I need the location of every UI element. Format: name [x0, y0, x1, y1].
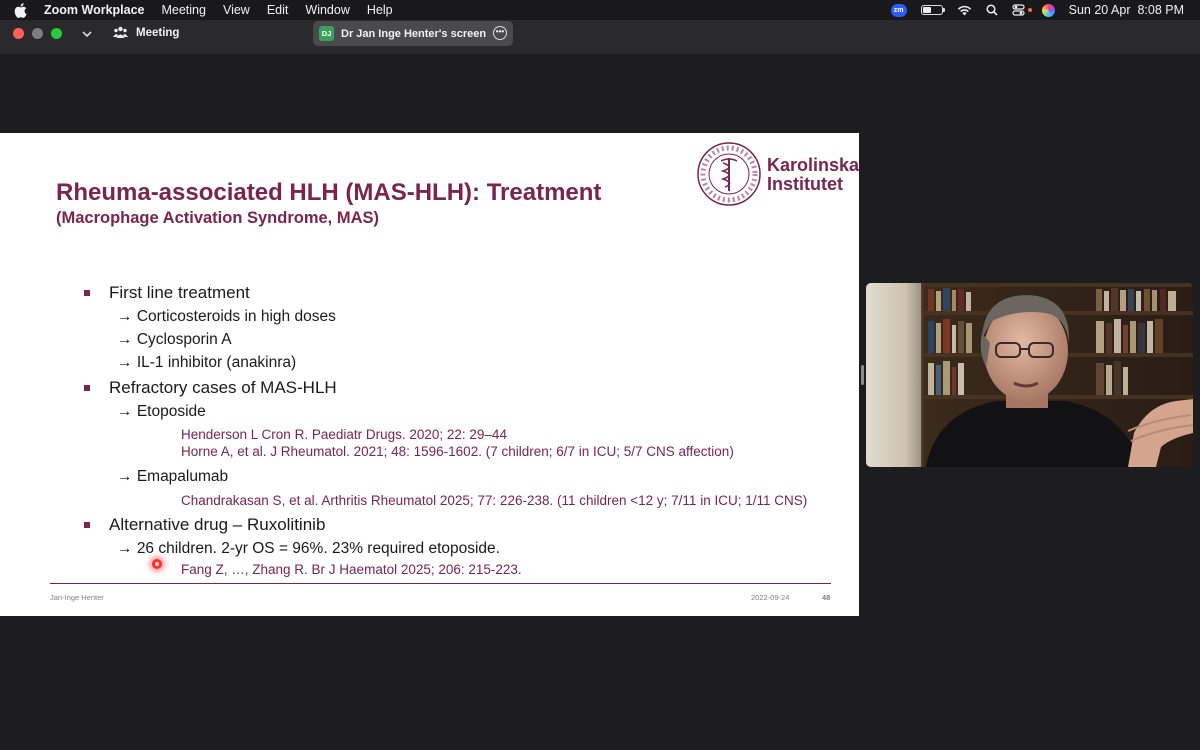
laser-pointer	[152, 559, 162, 569]
list-item: First line treatment	[84, 283, 250, 303]
siri-icon[interactable]	[1041, 3, 1055, 17]
list-item: → Emapalumab	[117, 468, 229, 485]
menu-view[interactable]: View	[223, 3, 250, 17]
menu-meeting[interactable]: Meeting	[161, 3, 205, 17]
split-resize-handle[interactable]	[861, 365, 864, 385]
meeting-people-icon	[113, 26, 128, 38]
apple-icon[interactable]	[14, 0, 30, 20]
footer-page-number: 48	[822, 593, 831, 602]
meeting-label: Meeting	[136, 26, 180, 39]
footer-author: Jan-Inge Henter	[50, 593, 104, 602]
search-icon[interactable]	[986, 4, 998, 16]
meeting-indicator[interactable]: Meeting	[113, 26, 179, 39]
window-controls	[13, 28, 62, 39]
list-item: Alternative drug – Ruxolitinib	[84, 515, 325, 535]
video-frame	[866, 283, 1193, 467]
reference: Fang Z, …, Zhang R. Br J Haematol 2025; …	[181, 562, 522, 577]
list-item: → Corticosteroids in high doses	[117, 308, 336, 325]
list-item: → IL-1 inhibitor (anakinra)	[117, 354, 297, 371]
share-label: Dr Jan Inge Henter's screen	[341, 27, 487, 40]
shared-slide: Rheuma-associated HLH (MAS-HLH): Treatme…	[0, 133, 859, 616]
menubar-clock[interactable]: Sun 20 Apr 8:08 PM	[1069, 3, 1184, 17]
menu-app-name[interactable]: Zoom Workplace	[44, 3, 144, 17]
menu-window[interactable]: Window	[305, 3, 349, 17]
list-item: → 26 children. 2-yr OS = 96%. 23% requir…	[117, 540, 500, 557]
list-item: Refractory cases of MAS-HLH	[84, 378, 337, 398]
close-window-button[interactable]	[13, 28, 24, 39]
menu-help[interactable]: Help	[367, 3, 393, 17]
karolinska-logo: Karolinska Institutet	[696, 141, 859, 211]
zoom-title-bar: Meeting DJ Dr Jan Inge Henter's screen •…	[0, 20, 1200, 54]
speaker-video[interactable]	[866, 283, 1193, 467]
avatar: DJ	[319, 26, 334, 41]
footer-date: 2022-09-24	[751, 593, 790, 602]
karolinska-seal-icon	[697, 142, 761, 206]
reference: Horne A, et al. J Rheumatol. 2021; 48: 1…	[181, 444, 734, 459]
list-item: → Cyclosporin A	[117, 331, 232, 348]
footer-divider	[50, 583, 831, 584]
screen-share-indicator[interactable]: DJ Dr Jan Inge Henter's screen •••	[313, 21, 513, 46]
list-item: → Etoposide	[117, 403, 206, 420]
chevron-down-icon[interactable]	[82, 29, 92, 41]
zoom-status-icon[interactable]: zm	[890, 3, 907, 17]
battery-icon[interactable]	[920, 5, 945, 15]
minimize-window-button[interactable]	[32, 28, 43, 39]
menu-edit[interactable]: Edit	[267, 3, 289, 17]
slide-subtitle: (Macrophage Activation Syndrome, MAS)	[56, 209, 380, 227]
zoom-window-button[interactable]	[51, 28, 62, 39]
reference: Chandrakasan S, et al. Arthritis Rheumat…	[181, 493, 808, 508]
menu-bar: Zoom Workplace Meeting View Edit Window …	[0, 0, 1200, 20]
wifi-icon[interactable]	[957, 5, 972, 16]
more-options-icon[interactable]: •••	[493, 26, 507, 40]
slide-title: Rheuma-associated HLH (MAS-HLH): Treatme…	[56, 179, 602, 206]
logo-wordmark: Karolinska Institutet	[767, 155, 859, 194]
reference: Henderson L Cron R. Paediatr Drugs. 2020…	[181, 427, 507, 442]
control-center-icon[interactable]	[1012, 4, 1032, 16]
